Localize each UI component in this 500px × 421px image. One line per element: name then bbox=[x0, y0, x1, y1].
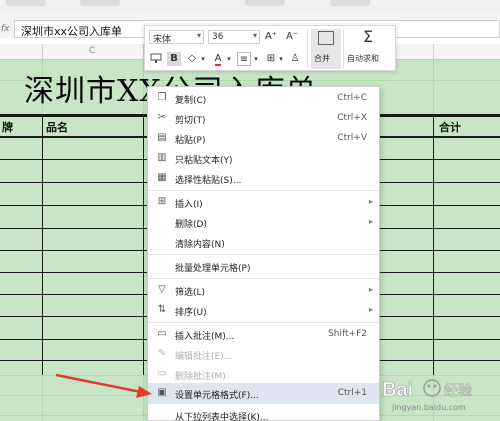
chevron-down-icon[interactable]: ▾ bbox=[277, 52, 285, 66]
menu-item-delete-comment: ▭ 删除批注(M) bbox=[157, 368, 226, 382]
paste-text-icon: ▥ bbox=[157, 152, 167, 163]
mini-toolbar: 宋体 ▾ 36 ▾ A⁺ A⁻ B ◇ ▾ A ▾ ≡ ▾ ⊞ ▾ ♙ 合并 Σ 自… bbox=[144, 25, 396, 71]
font-name-select[interactable]: 宋体 ▾ bbox=[149, 30, 204, 45]
menu-item-cut[interactable]: ✂ 剪切(T) Ctrl+X bbox=[148, 108, 379, 128]
menu-item-insert[interactable]: ⊞ 插入(I) ▸ bbox=[148, 192, 379, 212]
scissors-icon: ✂ bbox=[157, 112, 167, 123]
format-cells-icon: ▣ bbox=[157, 387, 167, 398]
paste-icon: ▤ bbox=[157, 132, 167, 143]
menu-item-paste-special[interactable]: ▦ 选择性粘贴(S)... bbox=[148, 168, 379, 188]
context-menu: ❐ 复制(C) Ctrl+C ✂ 剪切(T) Ctrl+X ▤ 粘贴(P) Ct… bbox=[147, 86, 380, 421]
header-cell[interactable]: 牌 bbox=[2, 119, 13, 135]
fx-icon[interactable]: fx bbox=[1, 24, 10, 34]
menu-item-filter[interactable]: ▽ 筛选(L) ▸ bbox=[148, 280, 379, 300]
chevron-down-icon[interactable]: ▾ bbox=[225, 52, 233, 66]
fill-color-icon[interactable]: ◇ bbox=[185, 52, 199, 66]
menu-item-insert-comment[interactable]: ▭ 插入批注(M)... Shift+F2 bbox=[148, 324, 379, 344]
increase-font-size-button[interactable]: A⁺ bbox=[264, 30, 278, 44]
menu-item-paste-text[interactable]: ▥ 只粘贴文本(Y) bbox=[148, 148, 379, 168]
submenu-arrow-icon: ▸ bbox=[368, 305, 373, 314]
paste-special-icon: ▦ bbox=[157, 172, 167, 183]
chevron-down-icon[interactable]: ▾ bbox=[252, 52, 260, 66]
align-center-icon[interactable]: ≡ bbox=[237, 52, 251, 66]
submenu-arrow-icon: ▸ bbox=[368, 285, 373, 294]
font-color-icon[interactable]: A bbox=[211, 52, 225, 66]
svg-text:jingyan.baidu.com: jingyan.baidu.com bbox=[391, 403, 466, 412]
menu-item-delete[interactable]: 删除(D) ▸ bbox=[148, 212, 379, 232]
menu-item-sort[interactable]: ⇅ 排序(U) ▸ bbox=[148, 300, 379, 320]
header-cell-product[interactable]: 品名 bbox=[46, 119, 68, 135]
watermark-logo: Bai bbox=[382, 379, 413, 401]
font-size-select[interactable]: 36 ▾ bbox=[208, 30, 260, 44]
autosum-button[interactable]: Σ 自动求和 bbox=[347, 27, 393, 69]
header-cell-total[interactable]: 合计 bbox=[439, 119, 461, 135]
delete-comment-icon: ▭ bbox=[157, 368, 167, 379]
sort-icon: ⇅ bbox=[157, 304, 167, 315]
filter-icon: ▽ bbox=[158, 284, 166, 295]
baidu-jingyan-watermark: Bai 经验 jingyan.baidu.com bbox=[380, 372, 490, 416]
menu-item-paste[interactable]: ▤ 粘贴(P) Ctrl+V bbox=[148, 128, 379, 148]
decrease-font-size-button[interactable]: A⁻ bbox=[285, 30, 299, 44]
ribbon-edge bbox=[0, 0, 500, 14]
menu-item-pick-from-list[interactable]: 从下拉列表中选择(K)... bbox=[148, 405, 379, 421]
edit-comment-icon: ✎ bbox=[157, 348, 167, 359]
eraser-icon[interactable]: ♙ bbox=[288, 52, 302, 66]
submenu-arrow-icon: ▸ bbox=[368, 197, 373, 206]
menu-item-batch-process[interactable]: 批量处理单元格(P) bbox=[148, 256, 379, 276]
comment-icon: ▭ bbox=[157, 328, 167, 339]
sigma-icon: Σ bbox=[363, 27, 374, 46]
format-painter-icon[interactable] bbox=[149, 52, 163, 66]
bold-button[interactable]: B bbox=[167, 52, 181, 66]
menu-item-clear-contents[interactable]: 清除内容(N) bbox=[148, 232, 379, 252]
merge-icon bbox=[318, 31, 334, 45]
menu-item-copy[interactable]: ❐ 复制(C) Ctrl+C bbox=[148, 88, 379, 108]
submenu-arrow-icon: ▸ bbox=[368, 217, 373, 226]
menu-item-edit-comment: ✎ 编辑批注(E)... bbox=[157, 348, 233, 362]
copy-icon: ❐ bbox=[157, 92, 167, 103]
border-icon[interactable]: ⊞ bbox=[264, 52, 278, 66]
column-header-c[interactable]: C bbox=[82, 46, 102, 56]
svg-text:经验: 经验 bbox=[444, 383, 472, 399]
insert-cells-icon: ⊞ bbox=[157, 196, 167, 207]
merge-button[interactable]: 合并 bbox=[311, 29, 341, 69]
chevron-down-icon[interactable]: ▾ bbox=[199, 52, 207, 66]
menu-item-format-cells[interactable]: ▣ 设置单元格格式(F)... Ctrl+1 bbox=[148, 383, 379, 403]
